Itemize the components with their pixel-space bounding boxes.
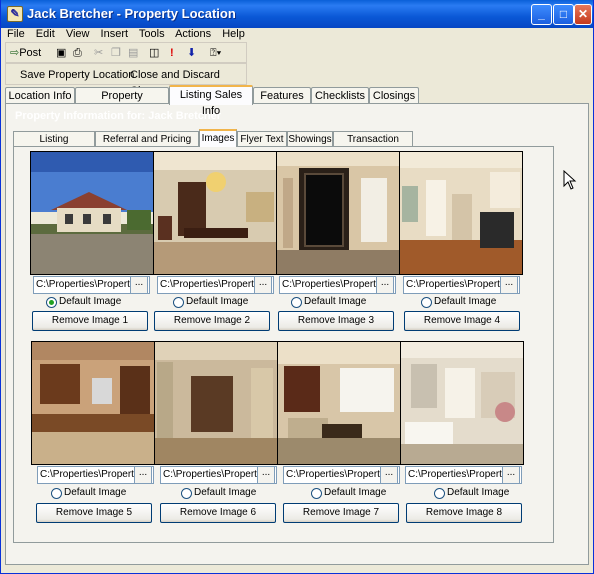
remove-image-6-button[interactable]: Remove Image 6	[160, 503, 276, 523]
cut-icon[interactable]: ✂	[94, 45, 103, 61]
copy-icon[interactable]: ❐	[111, 45, 121, 61]
tab-features[interactable]: Features	[253, 87, 311, 104]
window-title: Jack Bretcher - Property Location	[27, 6, 236, 21]
menu-insert[interactable]: Insert	[101, 28, 129, 40]
remove-image-2-button[interactable]: Remove Image 2	[154, 311, 270, 331]
tab-location-info[interactable]: Location Info	[5, 87, 75, 104]
tab-transaction-notes[interactable]: Transaction Notes	[333, 131, 413, 160]
property-photo-4[interactable]	[399, 151, 523, 275]
remove-image-1-button[interactable]: Remove Image 1	[32, 311, 148, 331]
app-icon: ✎	[7, 6, 23, 22]
tab-listing-information[interactable]: Listing Information	[13, 131, 95, 160]
app-window: ✎ Jack Bretcher - Property Location _ □ …	[0, 0, 594, 574]
remove-image-8-button[interactable]: Remove Image 8	[406, 503, 522, 523]
menu-help[interactable]: Help	[222, 28, 245, 40]
property-photo-3[interactable]	[276, 151, 400, 275]
tab-closings[interactable]: Closings	[369, 87, 419, 104]
image-7-browse-button[interactable]: ...	[380, 466, 398, 484]
post-icon: ⇨	[10, 47, 20, 59]
tab-checklists[interactable]: Checklists	[311, 87, 369, 104]
menu-edit[interactable]: Edit	[36, 28, 55, 40]
exclamation-icon[interactable]: !	[170, 45, 174, 61]
image-4-browse-button[interactable]: ...	[500, 276, 518, 294]
save-location-button[interactable]: Save Property Location	[20, 67, 134, 83]
maximize-button[interactable]: □	[553, 4, 574, 25]
menu-tools[interactable]: Tools	[139, 28, 165, 40]
image-1-browse-button[interactable]: ...	[130, 276, 148, 294]
image-7-default-radio[interactable]	[311, 488, 322, 499]
title-bar[interactable]: ✎ Jack Bretcher - Property Location _ □ …	[1, 0, 593, 28]
close-button[interactable]: ✕	[574, 4, 592, 25]
image-3-browse-button[interactable]: ...	[376, 276, 394, 294]
minimize-button[interactable]: _	[531, 4, 552, 25]
menu-actions[interactable]: Actions	[175, 28, 211, 40]
remove-image-3-button[interactable]: Remove Image 3	[278, 311, 394, 331]
mouse-cursor-icon	[563, 170, 577, 190]
remove-image-5-button[interactable]: Remove Image 5	[36, 503, 152, 523]
image-1-default-label: Default Image	[59, 296, 122, 307]
close-discard-button[interactable]: Close and Discard Changes	[130, 67, 246, 97]
image-7-default-label: Default Image	[324, 487, 387, 498]
menu-view[interactable]: View	[66, 28, 90, 40]
image-3-default-radio[interactable]	[291, 297, 302, 308]
image-5-browse-button[interactable]: ...	[134, 466, 152, 484]
property-photo-8[interactable]	[400, 341, 524, 465]
menu-bar: File Edit View Insert Tools Actions Help	[7, 28, 253, 43]
image-5-default-radio[interactable]	[51, 488, 62, 499]
image-4-default-label: Default Image	[434, 296, 497, 307]
image-8-browse-button[interactable]: ...	[502, 466, 520, 484]
property-photo-6[interactable]	[154, 341, 278, 465]
property-photo-5[interactable]	[31, 341, 155, 465]
actions-toolbar: Save Property Location Close and Discard…	[5, 63, 247, 97]
print-icon[interactable]: ⎙	[73, 45, 82, 61]
tab-property-expenses[interactable]: Property Expenses	[75, 87, 169, 118]
paste-icon[interactable]: ▤	[128, 45, 138, 61]
image-6-browse-button[interactable]: ...	[257, 466, 275, 484]
image-8-default-label: Default Image	[447, 487, 510, 498]
arrow-down-icon[interactable]: ⬇	[187, 45, 196, 61]
tab-flyer-text[interactable]: Flyer Text	[237, 131, 287, 147]
menu-file[interactable]: File	[7, 28, 25, 40]
image-2-default-radio[interactable]	[173, 297, 184, 308]
remove-image-4-button[interactable]: Remove Image 4	[404, 311, 520, 331]
tab-listing-sales-info[interactable]: Listing Sales Info	[169, 85, 253, 117]
owner-label: Property Information for: Jack Bretcher	[15, 110, 221, 122]
save-icon[interactable]: ▣	[56, 45, 66, 61]
image-4-default-radio[interactable]	[421, 297, 432, 308]
image-1-default-radio[interactable]	[46, 297, 57, 308]
remove-image-7-button[interactable]: Remove Image 7	[283, 503, 399, 523]
tab-showings[interactable]: Showings	[287, 131, 333, 147]
image-2-default-label: Default Image	[186, 296, 249, 307]
tab-images[interactable]: Images	[199, 129, 237, 147]
tab-referral-pricing[interactable]: Referral and Pricing Info	[95, 131, 199, 160]
standard-toolbar: ⇨Post ▣ ⎙ ✂ ❐ ▤ ◫ ! ⬇ ⍰▾	[5, 42, 247, 63]
image-3-default-label: Default Image	[304, 296, 367, 307]
image-8-default-radio[interactable]	[434, 488, 445, 499]
help-icon[interactable]: ⍰▾	[210, 45, 221, 61]
property-photo-1[interactable]	[30, 151, 154, 275]
post-button[interactable]: ⇨Post	[10, 45, 41, 61]
print-preview-icon[interactable]: ◫	[149, 45, 159, 61]
image-6-default-label: Default Image	[194, 487, 257, 498]
image-5-default-label: Default Image	[64, 487, 127, 498]
property-photo-2[interactable]	[153, 151, 277, 275]
image-2-browse-button[interactable]: ...	[254, 276, 272, 294]
property-photo-7[interactable]	[277, 341, 401, 465]
image-6-default-radio[interactable]	[181, 488, 192, 499]
